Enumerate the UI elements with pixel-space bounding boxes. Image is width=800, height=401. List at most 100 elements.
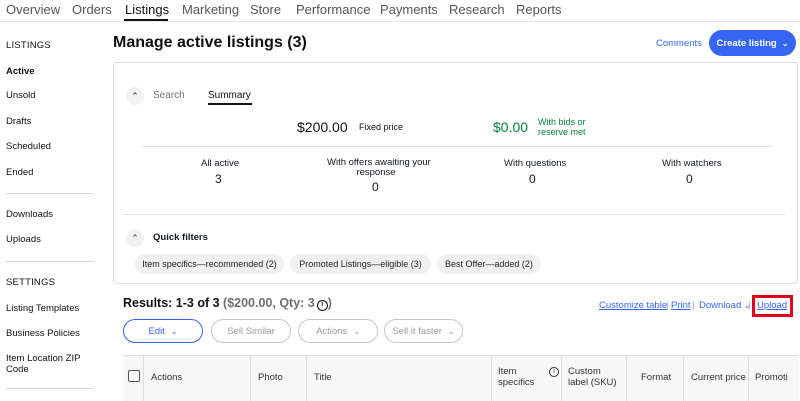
comments-link[interactable]: Comments [656,38,702,49]
tab-orders[interactable]: Orders [72,2,112,17]
download-link[interactable]: Download ⌄ [699,300,751,311]
tab-research[interactable]: Research [449,2,505,17]
fixed-price-amount: $200.00 [297,119,348,135]
sidebar-item-ended[interactable]: Ended [6,167,33,178]
column-divider [306,355,307,401]
top-nav: Overview Orders Listings Marketing Store… [0,0,800,22]
sidebar-item-drafts[interactable]: Drafts [6,116,31,127]
column-header-line2: label (SKU) [568,377,617,388]
quick-filters-title: Quick filters [153,232,208,243]
fixed-price-label: Fixed price [359,122,404,132]
link-separator: | [692,300,695,311]
column-header-line2: specifics [498,377,535,388]
sidebar-header-settings: SETTINGS [6,277,56,288]
link-separator: | [666,300,669,311]
column-header-line1: Item [498,366,517,377]
column-header-title[interactable]: Title [314,372,332,383]
sidebar-item-uploads[interactable]: Uploads [6,234,41,245]
column-header-actions[interactable]: Actions [151,372,182,383]
info-icon[interactable]: i [316,300,328,311]
customize-table-link[interactable]: Customize table [599,300,667,311]
stat-value: 0 [372,180,379,194]
sell-faster-label: Sell it faster [392,325,442,337]
column-header-photo[interactable]: Photo [258,372,283,383]
column-header-format[interactable]: Format [641,372,671,383]
filter-chip-best-offer[interactable]: Best Offer—added (2) [437,254,541,274]
chevron-down-icon: ⌄ [447,326,455,336]
chevron-down-icon: ⌄ [353,326,360,336]
edit-button[interactable]: Edit ⌄ [123,319,203,343]
stat-label: With questions [504,158,567,169]
stat-label-line2: response [356,167,396,178]
summary-tab-indicator [208,103,252,105]
page-title: Manage active listings (3) [113,34,307,51]
create-listing-label: Create listing [716,37,777,49]
tab-performance[interactable]: Performance [296,2,370,17]
chevron-down-icon: ⌄ [170,326,178,336]
tab-marketing[interactable]: Marketing [182,2,239,17]
sell-similar-button[interactable]: Sell Similar [211,319,291,343]
sidebar-item-location-zip-line2[interactable]: Code [6,364,29,375]
bids-label-line1: With bids or [538,117,586,127]
sidebar-item-scheduled[interactable]: Scheduled [6,141,51,152]
column-divider [491,355,492,401]
sidebar-divider [6,388,94,389]
actions-button[interactable]: Actions ⌄ [298,319,378,343]
filters-divider [123,214,786,215]
sidebar-item-downloads[interactable]: Downloads [6,209,53,220]
collapse-summary-icon[interactable]: ⌃ [126,87,144,105]
chevron-down-icon: ⌄ [781,38,789,48]
results-count: Results: 1-3 of 3 [123,296,224,310]
tab-listings[interactable]: Listings [125,2,169,17]
tab-payments[interactable]: Payments [380,2,438,17]
sidebar-item-business-policies[interactable]: Business Policies [6,328,80,339]
column-header-current-price[interactable]: Current price [691,372,746,383]
bids-label-line2: reserve met [538,127,586,137]
select-all-checkbox[interactable] [128,370,140,382]
summary-divider [142,146,772,147]
stat-value: 0 [529,172,536,186]
sidebar-item-unsold[interactable]: Unsold [6,90,36,101]
sell-it-faster-button[interactable]: Sell it faster ⌄ [384,319,463,343]
column-header-promoted[interactable]: Promoti [755,372,798,383]
sidebar-divider [6,193,94,194]
sidebar-divider [6,261,94,262]
results-title: Results: 1-3 of 3 ($200.00, Qty: 3 i) [123,296,332,311]
edit-label: Edit [148,325,165,337]
link-separator: | [748,300,751,311]
stat-label: With offers awaiting your response [327,158,431,178]
print-link[interactable]: Print [671,300,691,311]
filter-chip-item-specifics[interactable]: Item specifics—recommended (2) [135,254,284,274]
column-divider [683,355,684,401]
filter-chip-promoted[interactable]: Promoted Listings—eligible (3) [290,254,431,274]
column-header-item-specifics[interactable]: Item specifics [498,366,534,388]
sidebar-item-location-zip[interactable]: Item Location ZIP [6,353,80,364]
column-divider [143,355,144,401]
info-icon[interactable]: i [549,367,559,377]
sidebar-header-listings: LISTINGS [6,40,51,51]
column-header-sku[interactable]: Custom label (SKU) [568,366,617,388]
tab-reports[interactable]: Reports [516,2,562,17]
bids-label: With bids or reserve met [538,117,586,137]
stat-value: 0 [686,172,693,186]
tab-overview[interactable]: Overview [6,2,60,17]
results-summary-end: ) [327,296,332,310]
create-listing-button[interactable]: Create listing ⌄ [709,30,796,56]
tab-search[interactable]: Search [153,90,185,101]
active-tab-indicator [124,19,168,21]
download-label: Download [699,300,742,311]
column-divider [561,355,562,401]
upload-highlight-box [752,295,793,317]
stat-label: With watchers [662,158,722,169]
stat-value: 3 [215,172,222,186]
column-header-line1: Custom [568,366,601,377]
stat-label: All active [201,158,240,169]
column-divider [748,355,749,401]
tab-summary[interactable]: Summary [208,90,251,101]
collapse-filters-icon[interactable]: ⌃ [126,229,144,247]
column-divider [250,355,251,401]
tab-store[interactable]: Store [250,2,281,17]
sidebar-item-active[interactable]: Active [6,66,35,77]
sidebar-item-listing-templates[interactable]: Listing Templates [6,303,79,314]
actions-label: Actions [316,325,348,337]
